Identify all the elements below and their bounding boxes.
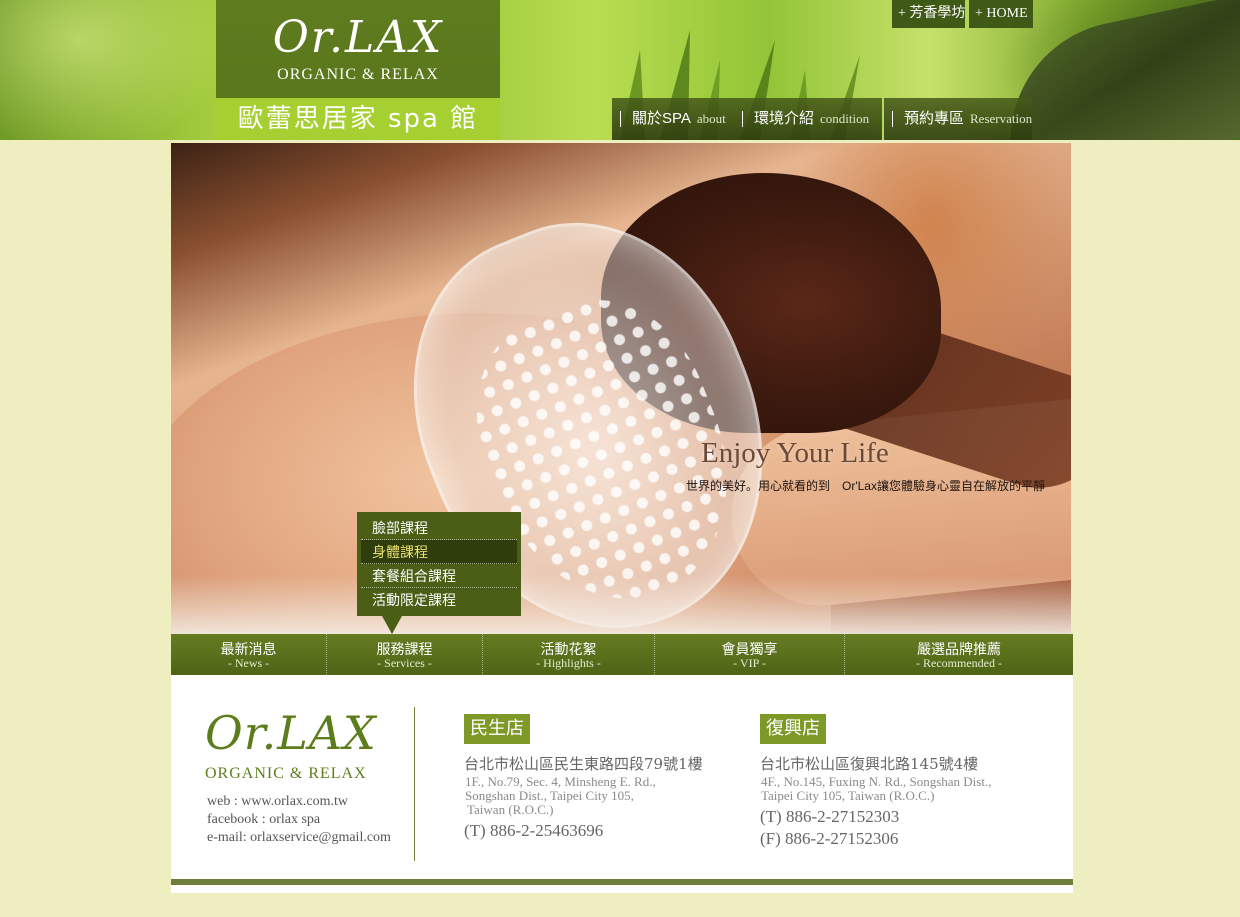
hero-banner: Enjoy Your Life 世界的美好。用心就看的到 Or'Lax讓您體驗身… xyxy=(171,143,1071,635)
bottom-nav-news-cn: 最新消息 xyxy=(220,641,277,657)
bottom-nav-vip-en: - VIP - xyxy=(733,656,766,670)
aroma-school-link[interactable]: + 芳香學坊 xyxy=(892,0,965,28)
store-minsheng-address-en-line1: 1F., No.79, Sec. 4, Minsheng E. Rd., xyxy=(465,774,656,789)
store-minsheng-phone: (T) 886-2-25463696 xyxy=(464,821,604,840)
store-minsheng-address-cn: 台北市松山區民生東路四段79號1樓 xyxy=(464,755,703,773)
store-fuxing-fax: (F) 886-2-27152306 xyxy=(760,829,899,848)
submenu-item-package[interactable]: 套餐組合課程 xyxy=(361,564,517,588)
bottom-nav-recommended-en: - Recommended - xyxy=(916,656,1002,670)
store-fuxing-tag: 復興店 xyxy=(760,714,826,744)
header-banner: Or.LAX ORGANIC & RELAX 歐蕾思居家 spa 館 + 芳香學… xyxy=(0,0,1240,140)
nav-separator xyxy=(742,111,743,127)
footer-email-link[interactable]: e-mail: orlaxservice@gmail.com xyxy=(207,830,407,846)
logo-subtitle: ORGANIC & RELAX xyxy=(277,66,439,83)
store-fuxing-phone: (T) 886-2-27152303 xyxy=(760,807,900,826)
nav-reservation[interactable]: 預約專區 Reservation xyxy=(884,98,1032,140)
logo-chinese-name: 歐蕾思居家 spa 館 xyxy=(216,98,500,140)
bottom-nav-recommended[interactable]: 嚴選品牌推薦 - Recommended - xyxy=(845,634,1073,675)
store-fuxing-address-en-line1: 4F., No.145, Fuxing N. Rd., Songshan Dis… xyxy=(761,774,992,789)
logo-script-text: Or.LAX xyxy=(272,12,444,63)
store-fuxing-address-cn: 台北市松山區復興北路145號4樓 xyxy=(760,755,979,773)
footer-facebook-link[interactable]: facebook : orlax spa xyxy=(207,812,407,828)
submenu-item-limited[interactable]: 活動限定課程 xyxy=(361,588,517,612)
submenu-pointer-arrow xyxy=(382,616,402,634)
nav-about[interactable]: 關於SPA about xyxy=(612,98,734,140)
hero-photo-towel xyxy=(171,575,1071,635)
bottom-nav-highlights-en: - Highlights - xyxy=(536,656,601,670)
bottom-navigation: 最新消息 - News - 服務課程 - Services - 活動花絮 - H… xyxy=(171,634,1073,675)
submenu-item-body[interactable]: 身體課程 xyxy=(361,540,517,564)
bottom-nav-news[interactable]: 最新消息 - News - xyxy=(171,634,327,675)
bottom-nav-services-en: - Services - xyxy=(377,656,432,670)
footer: Or.LAX ORGANIC & RELAX web : www.orlax.c… xyxy=(171,675,1073,893)
nav-reservation-en: Reservation xyxy=(970,111,1033,126)
bottom-nav-vip-cn: 會員獨享 xyxy=(721,641,778,657)
store-minsheng-address-en-line2: Songshan Dist., Taipei City 105, xyxy=(465,788,634,803)
store-minsheng-address-en-line3: Taiwan (R.O.C.) xyxy=(467,802,554,817)
bottom-nav-recommended-cn: 嚴選品牌推薦 xyxy=(917,641,1001,657)
footer-bottom-bar xyxy=(171,879,1073,885)
nav-reservation-cn: 預約專區 xyxy=(904,110,965,127)
bottom-nav-news-en: - News - xyxy=(227,656,270,670)
hero-subtitle: 世界的美好。用心就看的到 Or'Lax讓您體驗身心靈自在解放的平靜 xyxy=(686,479,1045,493)
bottom-nav-vip[interactable]: 會員獨享 - VIP - xyxy=(655,634,845,675)
site-logo[interactable]: Or.LAX ORGANIC & RELAX 歐蕾思居家 spa 館 xyxy=(216,0,500,140)
footer-divider xyxy=(414,707,415,861)
footer-web-link[interactable]: web : www.orlax.com.tw xyxy=(207,794,407,810)
nav-about-en: about xyxy=(696,111,726,126)
store-fuxing-address-en-line2: Taipei City 105, Taiwan (R.O.C.) xyxy=(761,788,935,803)
home-link[interactable]: + HOME xyxy=(969,0,1033,28)
nav-about-cn: 關於SPA xyxy=(632,110,691,127)
footer-logo-script: Or.LAX xyxy=(205,706,377,760)
bottom-nav-services-cn: 服務課程 xyxy=(376,641,433,657)
nav-separator xyxy=(892,111,893,127)
bottom-nav-highlights[interactable]: 活動花絮 - Highlights - xyxy=(483,634,655,675)
footer-logo-subtitle: ORGANIC & RELAX xyxy=(205,765,367,782)
nav-condition-cn: 環境介紹 xyxy=(754,110,815,127)
services-submenu: 臉部課程 身體課程 套餐組合課程 活動限定課程 xyxy=(357,512,521,616)
nav-condition[interactable]: 環境介紹 condition xyxy=(734,98,882,140)
nav-separator xyxy=(620,111,621,127)
submenu-item-facial[interactable]: 臉部課程 xyxy=(361,516,517,540)
nav-condition-en: condition xyxy=(820,111,870,126)
store-minsheng-tag: 民生店 xyxy=(464,714,530,744)
bottom-nav-highlights-cn: 活動花絮 xyxy=(540,641,597,657)
hero-title: Enjoy Your Life xyxy=(701,437,889,469)
bottom-nav-services[interactable]: 服務課程 - Services - xyxy=(327,634,483,675)
